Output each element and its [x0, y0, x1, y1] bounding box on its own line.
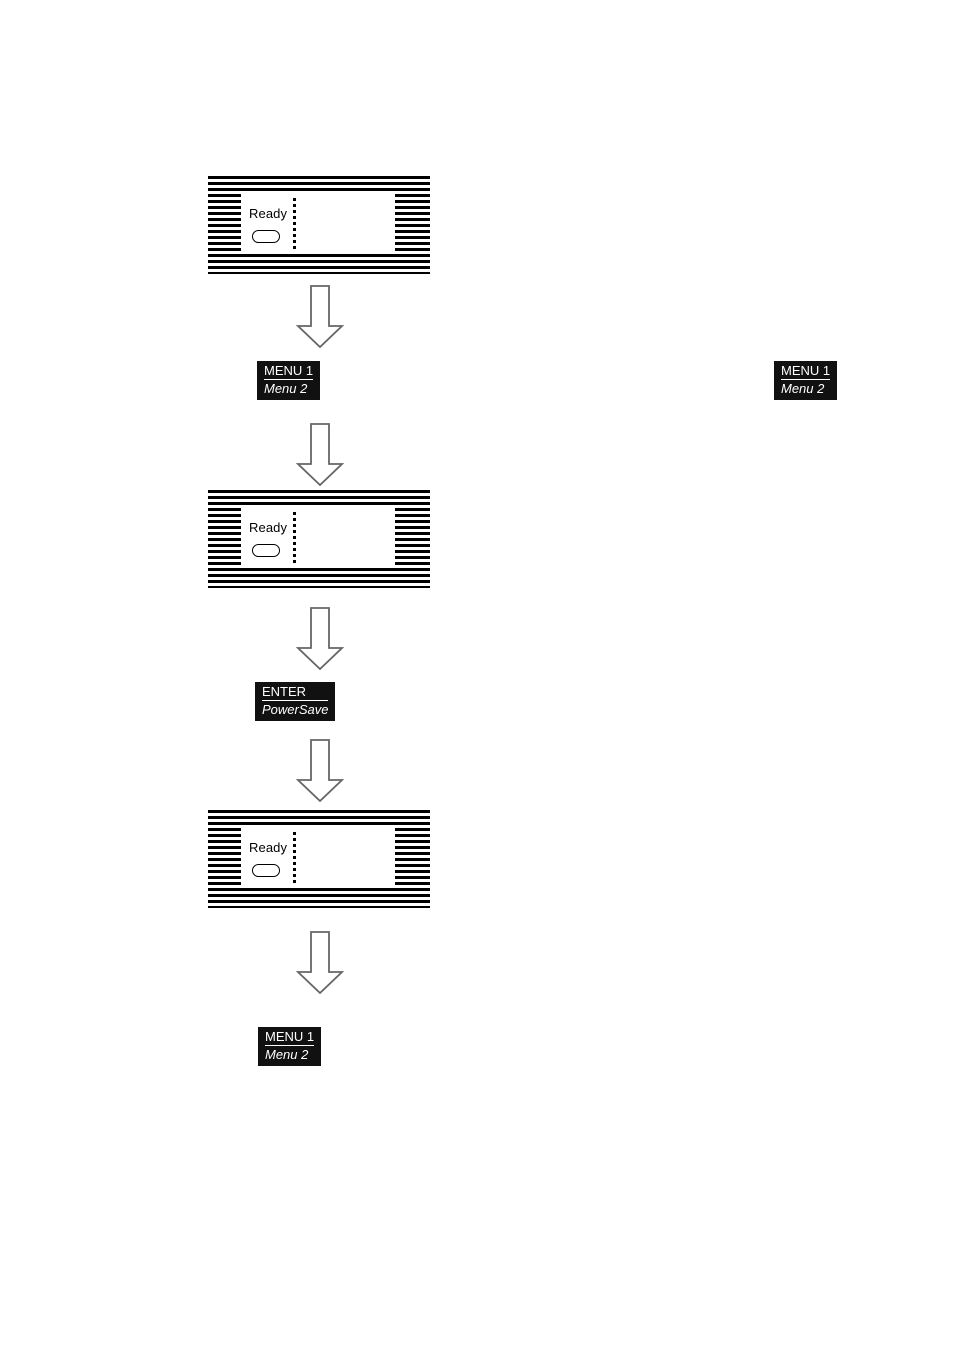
panel-dotted-divider [293, 512, 296, 564]
ready-led-icon[interactable] [252, 864, 280, 877]
chip-secondary-label: PowerSave [262, 702, 329, 718]
chip-secondary-label: Menu 2 [264, 381, 308, 397]
panel-stripe-column-right [395, 508, 430, 568]
panel-face: Ready [241, 828, 395, 888]
chip-secondary-label: Menu 2 [781, 381, 825, 397]
printer-control-panel-1: Ready [208, 176, 430, 274]
panel-display-window [301, 196, 393, 252]
printer-control-panel-3: Ready [208, 810, 430, 908]
arrow-down-2 [296, 422, 344, 488]
chip-primary-label: MENU 1 [264, 363, 314, 381]
panel-face: Ready [241, 508, 395, 568]
chip-menu-1[interactable]: MENU 1 Menu 2 [257, 361, 321, 401]
panel-stripe-column-left [208, 194, 241, 254]
chip-primary-label: ENTER [262, 684, 329, 702]
chip-enter-powersave[interactable]: ENTER PowerSave [255, 682, 336, 722]
panel-stripe-band-bottom [208, 254, 430, 274]
chip-menu-1-margin[interactable]: MENU 1 Menu 2 [774, 361, 838, 401]
panel-stripe-column-left [208, 828, 241, 888]
panel-stripe-column-right [395, 194, 430, 254]
arrow-down-1 [296, 284, 344, 350]
panel-dotted-divider [293, 832, 296, 884]
ready-status-label: Ready [249, 520, 288, 535]
ready-led-icon[interactable] [252, 544, 280, 557]
printer-control-panel-2: Ready [208, 490, 430, 588]
panel-stripe-band-top [208, 176, 430, 194]
chip-primary-label: MENU 1 [265, 1029, 315, 1047]
ready-status-label: Ready [249, 206, 288, 221]
panel-face: Ready [241, 194, 395, 254]
panel-stripe-band-bottom [208, 888, 430, 908]
arrow-down-5 [296, 930, 344, 996]
chip-menu-1-bottom[interactable]: MENU 1 Menu 2 [258, 1027, 322, 1067]
panel-dotted-divider [293, 198, 296, 250]
chip-secondary-label: Menu 2 [265, 1047, 309, 1063]
panel-stripe-column-right [395, 828, 430, 888]
panel-display-window [301, 510, 393, 566]
arrow-down-4 [296, 738, 344, 804]
chip-primary-label: MENU 1 [781, 363, 831, 381]
panel-display-window [301, 830, 393, 886]
panel-stripe-band-top [208, 490, 430, 508]
panel-stripe-band-top [208, 810, 430, 828]
panel-stripe-column-left [208, 508, 241, 568]
ready-led-icon[interactable] [252, 230, 280, 243]
arrow-down-3 [296, 606, 344, 672]
diagram-canvas: Ready MENU 1 Menu 2 MENU 1 Menu 2 Ready [0, 0, 954, 1349]
panel-stripe-band-bottom [208, 568, 430, 588]
ready-status-label: Ready [249, 840, 288, 855]
